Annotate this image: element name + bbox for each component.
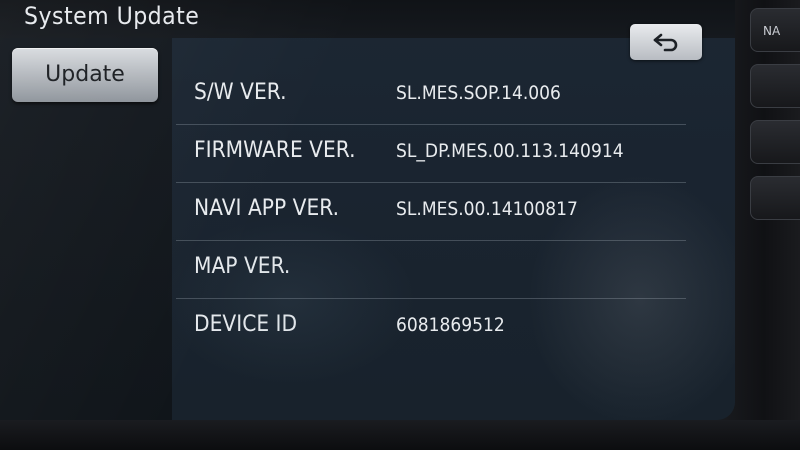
device-frame-bottom	[0, 420, 800, 450]
info-label: MAP VER.	[194, 254, 291, 279]
page-title: System Update	[24, 2, 200, 30]
info-value: SL.MES.00.14100817	[396, 198, 578, 220]
version-info-panel: S/W VER. SL.MES.SOP.14.006 FIRMWARE VER.…	[176, 44, 716, 410]
info-row-sw-version: S/W VER. SL.MES.SOP.14.006	[176, 66, 686, 125]
info-row-map-version: MAP VER.	[176, 240, 686, 299]
info-value: SL_DP.MES.00.113.140914	[396, 140, 624, 162]
hardware-button-3[interactable]	[750, 120, 800, 164]
info-row-navi-app-version: NAVI APP VER. SL.MES.00.14100817	[176, 182, 686, 241]
title-bar: System Update	[0, 0, 735, 38]
info-value: SL.MES.SOP.14.006	[396, 82, 561, 104]
hardware-nav-button[interactable]: NA	[750, 8, 800, 52]
update-button[interactable]: Update	[12, 48, 158, 102]
head-unit: NA System Update Update S/W VER. SL.MES.…	[0, 0, 800, 450]
info-label: S/W VER.	[194, 80, 287, 105]
info-label: NAVI APP VER.	[194, 196, 340, 221]
hardware-button-4[interactable]	[750, 176, 800, 220]
info-value: 6081869512	[396, 314, 505, 336]
info-row-firmware-version: FIRMWARE VER. SL_DP.MES.00.113.140914	[176, 124, 686, 183]
info-label: DEVICE ID	[194, 312, 298, 337]
info-row-device-id: DEVICE ID 6081869512	[176, 298, 686, 356]
display-screen: System Update Update S/W VER. SL.MES.SOP…	[0, 0, 735, 420]
hardware-button-2[interactable]	[750, 64, 800, 108]
info-label: FIRMWARE VER.	[194, 138, 356, 163]
